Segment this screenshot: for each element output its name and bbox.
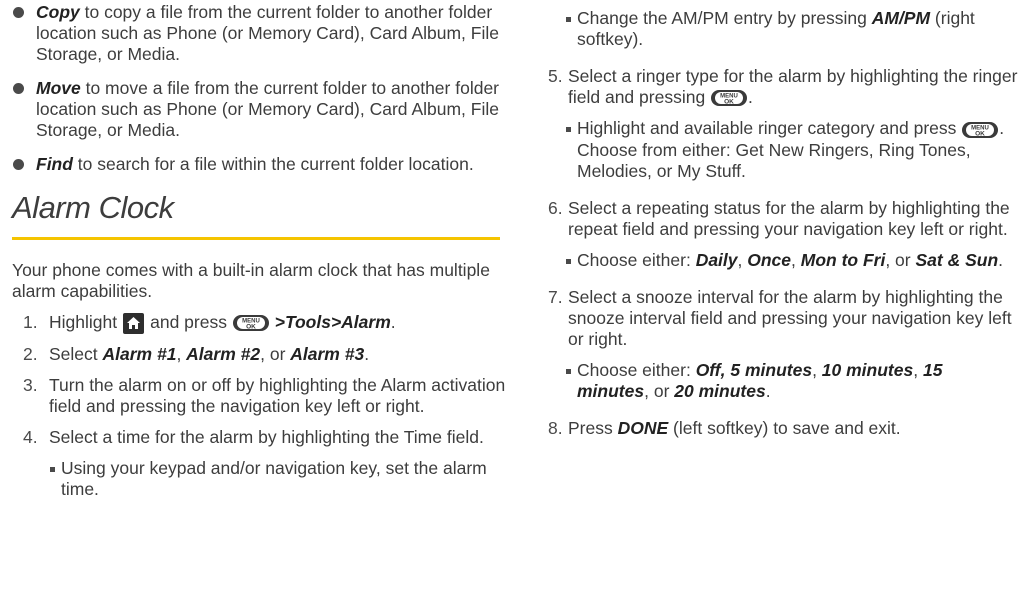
list-item: Move to move a file from the current fol… <box>12 78 512 141</box>
step-number: 7. <box>548 286 563 307</box>
option: 20 minutes <box>674 380 766 401</box>
punct: . <box>998 249 1004 270</box>
sub-item: Using your keypad and/or navigation key,… <box>12 458 512 500</box>
option: Daily <box>695 249 738 270</box>
menu-ok-key-icon: MENUOK <box>711 90 748 107</box>
option: 10 minutes <box>821 359 914 380</box>
step-text: Select <box>49 343 103 364</box>
punct: . <box>765 380 771 401</box>
softkey: DONE <box>617 417 669 438</box>
menu-ok-key-icon: MENUOK <box>962 121 999 138</box>
sub-text: Change the AM/PM entry by pressing <box>577 8 872 28</box>
step-number: 3. <box>23 374 38 395</box>
step-text: Select a time for the alarm by highlight… <box>49 426 484 447</box>
menu-ok-key-icon: MENUOK <box>232 315 269 332</box>
option: Off, 5 minutes <box>695 359 813 380</box>
sep: , or <box>260 343 291 364</box>
step-number: 5. <box>548 66 563 86</box>
step-number: 8. <box>548 417 563 438</box>
sep: , <box>737 249 748 270</box>
step-text: (left softkey) to save and exit. <box>668 417 901 438</box>
step-3: 3. Turn the alarm on or off by highlight… <box>12 375 512 417</box>
svg-text:OK: OK <box>724 99 734 106</box>
term: Copy <box>36 2 80 22</box>
option: Sat & Sun <box>915 249 999 270</box>
softkey: AM/PM <box>871 8 931 28</box>
punct: . <box>748 87 753 107</box>
item-text: to search for a file within the current … <box>72 154 474 174</box>
svg-text:OK: OK <box>975 130 985 137</box>
bullet-dot-icon <box>13 7 24 18</box>
square-bullet-icon <box>566 17 571 22</box>
sep: , <box>791 249 801 270</box>
step-text: Select a repeating status for the alarm … <box>568 197 1010 239</box>
step-4: 4. Select a time for the alarm by highli… <box>12 427 512 448</box>
square-bullet-icon <box>566 368 571 374</box>
bullet-dot-icon <box>13 159 24 170</box>
menu-path: >Tools>Alarm <box>274 312 391 332</box>
sub-text: Choose either: <box>577 249 696 270</box>
sep: , <box>812 359 822 380</box>
sub-item: Choose either: Daily, Once, Mon to Fri, … <box>558 250 1018 271</box>
sub-text: Highlight and available ringer category … <box>577 118 957 139</box>
home-icon <box>123 312 145 334</box>
sub-item: Highlight and available ringer category … <box>558 118 1018 181</box>
sub-text: Choose either: <box>577 359 696 380</box>
step-8: 8. Press DONE (left softkey) to save and… <box>548 417 1018 439</box>
option: Alarm #3 <box>290 343 365 364</box>
list-item: Copy to copy a file from the current fol… <box>12 2 512 65</box>
sub-item: Choose either: Off, 5 minutes, 10 minute… <box>558 360 1018 402</box>
heading-rule <box>12 237 500 240</box>
sep: , <box>176 343 187 364</box>
step-text: Select a snooze interval for the alarm b… <box>568 286 1012 349</box>
section-heading: Alarm Clock <box>12 190 174 225</box>
step-number: 2. <box>23 343 38 364</box>
list-item: Find to search for a file within the cur… <box>12 154 512 175</box>
step-number: 1. <box>23 312 38 332</box>
sub-item: Change the AM/PM entry by pressing AM/PM… <box>558 8 1018 50</box>
square-bullet-icon <box>50 466 55 472</box>
step-2: 2. Select Alarm #1, Alarm #2, or Alarm #… <box>12 344 512 365</box>
item-text: to move a file from the current folder t… <box>36 78 499 140</box>
step-text: Highlight <box>49 312 118 332</box>
step-text: Select a ringer type for the alarm by hi… <box>568 66 1018 107</box>
step-7: 7. Select a snooze interval for the alar… <box>548 286 1018 350</box>
bullet-dot-icon <box>13 83 24 94</box>
left-column: Copy to copy a file from the current fol… <box>12 0 512 510</box>
option: Alarm #2 <box>186 343 261 364</box>
step-text: Turn the alarm on or off by highlighting… <box>49 374 506 416</box>
step-5: 5. Select a ringer type for the alarm by… <box>548 66 1018 108</box>
sub-text: Using your keypad and/or navigation key,… <box>61 457 487 499</box>
sep: , <box>913 359 923 380</box>
item-text: to copy a file from the current folder t… <box>36 2 499 64</box>
option: Once <box>747 249 792 270</box>
step-number: 6. <box>548 197 563 218</box>
punct: . <box>390 312 396 332</box>
right-column: Change the AM/PM entry by pressing AM/PM… <box>548 0 1018 449</box>
term: Move <box>36 78 81 98</box>
step-text: and press <box>150 312 227 332</box>
term: Find <box>36 154 73 174</box>
step-1: 1. Highlight and press MENU OK >Tools>Alar… <box>12 312 512 334</box>
step-6: 6. Select a repeating status for the ala… <box>548 197 1018 240</box>
option: Alarm #1 <box>102 343 177 364</box>
punct: . <box>364 343 370 364</box>
square-bullet-icon <box>566 258 571 264</box>
option: Mon to Fri <box>800 249 886 270</box>
sep: , or <box>644 380 675 401</box>
svg-text:OK: OK <box>246 324 256 331</box>
square-bullet-icon <box>566 127 571 133</box>
step-text: Press <box>568 417 618 438</box>
step-number: 4. <box>23 426 38 447</box>
sep: , or <box>885 249 916 270</box>
intro-text: Your phone comes with a built-in alarm c… <box>12 260 490 301</box>
